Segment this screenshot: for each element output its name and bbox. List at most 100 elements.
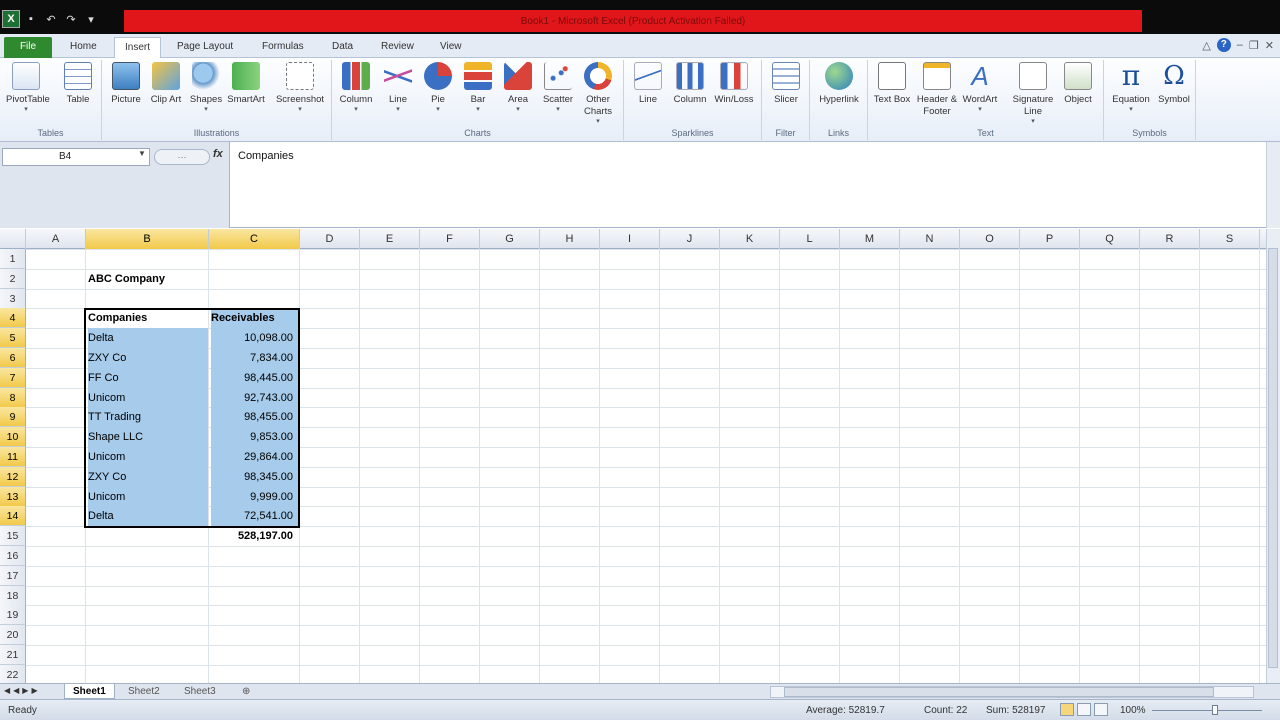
column-header-f[interactable]: F bbox=[420, 229, 480, 249]
customize-qat-icon[interactable]: ▾ bbox=[82, 10, 100, 28]
tab-data[interactable]: Data bbox=[322, 37, 363, 58]
scatter-chart-button[interactable]: Scatter ▾ bbox=[538, 62, 578, 114]
sheet-navigation-arrows[interactable]: ◀◀▶▶ bbox=[4, 686, 41, 695]
column-header-c[interactable]: C bbox=[209, 229, 300, 249]
excel-logo-icon[interactable]: X bbox=[2, 10, 20, 28]
column-header-a[interactable]: A bbox=[26, 229, 86, 249]
column-header-o[interactable]: O bbox=[960, 229, 1020, 249]
table-button[interactable]: Table bbox=[58, 62, 98, 106]
formula-bar-splitter[interactable]: ⋯ bbox=[154, 149, 210, 165]
sparkline-line-button[interactable]: Line bbox=[628, 62, 668, 106]
pivottable-button[interactable]: PivotTable ▾ bbox=[6, 62, 50, 114]
tab-page-layout[interactable]: Page Layout bbox=[167, 37, 243, 58]
group-label: Charts bbox=[464, 128, 491, 138]
signature-line-button[interactable]: Signature Line ▾ bbox=[1010, 62, 1056, 126]
tab-view[interactable]: View bbox=[430, 37, 472, 58]
line-chart-button[interactable]: Line ▾ bbox=[378, 62, 418, 114]
column-header-b[interactable]: B bbox=[86, 229, 209, 249]
insert-sheet-icon[interactable]: ⊕ bbox=[234, 684, 258, 699]
cell-company-title[interactable]: ABC Company bbox=[88, 269, 208, 289]
smartart-button[interactable]: SmartArt bbox=[226, 62, 266, 106]
column-header-k[interactable]: K bbox=[720, 229, 780, 249]
column-header-s[interactable]: S bbox=[1200, 229, 1260, 249]
other-charts-button[interactable]: Other Charts ▾ bbox=[578, 62, 618, 126]
tab-review[interactable]: Review bbox=[371, 37, 424, 58]
fx-icon[interactable]: fx bbox=[213, 148, 223, 160]
zoom-level[interactable]: 100% bbox=[1120, 705, 1146, 716]
hyperlink-button[interactable]: Hyperlink bbox=[816, 62, 862, 106]
chevron-down-icon[interactable]: ▼ bbox=[138, 149, 146, 158]
column-header-n[interactable]: N bbox=[900, 229, 960, 249]
zoom-slider[interactable] bbox=[1152, 710, 1262, 711]
page-layout-view-icon[interactable] bbox=[1077, 703, 1091, 716]
minimize-icon[interactable]: – bbox=[1237, 39, 1243, 51]
zoom-slider-knob[interactable] bbox=[1212, 705, 1218, 715]
gridline bbox=[359, 249, 360, 683]
name-box[interactable]: B4 bbox=[2, 148, 150, 166]
column-header-d[interactable]: D bbox=[300, 229, 360, 249]
text-box-button[interactable]: Text Box bbox=[872, 62, 912, 106]
slicer-button[interactable]: Slicer bbox=[766, 62, 806, 106]
save-icon[interactable]: ▪ bbox=[22, 10, 40, 28]
column-header-e[interactable]: E bbox=[360, 229, 420, 249]
formula-input[interactable]: Companies bbox=[238, 150, 294, 162]
gridline bbox=[839, 249, 840, 683]
sheet-tab-3[interactable]: Sheet3 bbox=[176, 684, 224, 699]
clip-art-button[interactable]: Clip Art bbox=[146, 62, 186, 106]
select-all-corner[interactable] bbox=[0, 229, 26, 249]
area-chart-button[interactable]: Area ▾ bbox=[498, 62, 538, 114]
redo-icon[interactable]: ↷ bbox=[62, 10, 80, 28]
minimize-ribbon-icon[interactable]: △ bbox=[1202, 39, 1210, 52]
pie-chart-button[interactable]: Pie ▾ bbox=[418, 62, 458, 114]
column-header-h[interactable]: H bbox=[540, 229, 600, 249]
total-cell[interactable]: 528,197.00 bbox=[211, 526, 299, 546]
gridline bbox=[899, 249, 900, 683]
header-footer-button[interactable]: Header & Footer bbox=[914, 62, 960, 118]
horizontal-scroll-thumb[interactable] bbox=[784, 687, 1214, 697]
column-header-i[interactable]: I bbox=[600, 229, 660, 249]
title-bar: X ▪ ↶ ↷ ▾ Book1 - Microsoft Excel (Produ… bbox=[0, 0, 1280, 34]
tab-home[interactable]: Home bbox=[60, 37, 107, 58]
table-range-border bbox=[84, 308, 300, 528]
column-header-r[interactable]: R bbox=[1140, 229, 1200, 249]
column-header-p[interactable]: P bbox=[1020, 229, 1080, 249]
column-header-j[interactable]: J bbox=[660, 229, 720, 249]
column-header-g[interactable]: G bbox=[480, 229, 540, 249]
sheet-tab-1[interactable]: Sheet1 bbox=[64, 684, 115, 699]
equation-button[interactable]: π Equation ▾ bbox=[1108, 62, 1154, 114]
screenshot-button[interactable]: Screenshot ▾ bbox=[274, 62, 326, 114]
tab-insert[interactable]: Insert bbox=[114, 37, 162, 59]
vertical-scroll-thumb[interactable] bbox=[1268, 248, 1278, 668]
normal-view-icon[interactable] bbox=[1060, 703, 1074, 716]
page-break-view-icon[interactable] bbox=[1094, 703, 1108, 716]
ribbon-insert: PivotTable ▾ Table Tables Picture Clip Ar… bbox=[0, 58, 1280, 142]
window-title: Book1 - Microsoft Excel (Product Activat… bbox=[520, 15, 746, 27]
tab-formulas[interactable]: Formulas bbox=[252, 37, 314, 58]
wordart-button[interactable]: A WordArt ▾ bbox=[960, 62, 1000, 114]
gridline bbox=[1199, 249, 1200, 683]
close-icon[interactable]: ✕ bbox=[1265, 39, 1274, 52]
picture-button[interactable]: Picture bbox=[106, 62, 146, 106]
formula-bar-scrollbar[interactable] bbox=[1266, 142, 1280, 228]
undo-icon[interactable]: ↶ bbox=[42, 10, 60, 28]
restore-icon[interactable]: ❐ bbox=[1249, 39, 1259, 52]
pie-chart-icon bbox=[424, 62, 452, 90]
shapes-button[interactable]: Shapes ▾ bbox=[186, 62, 226, 114]
sheet-tab-2[interactable]: Sheet2 bbox=[120, 684, 168, 699]
column-header-q[interactable]: Q bbox=[1080, 229, 1140, 249]
object-button[interactable]: Object bbox=[1058, 62, 1098, 106]
sparkline-winloss-button[interactable]: Win/Loss bbox=[714, 62, 754, 106]
column-chart-button[interactable]: Column ▾ bbox=[336, 62, 376, 114]
group-label: Tables bbox=[37, 128, 64, 138]
table-icon bbox=[64, 62, 92, 90]
sparkline-column-button[interactable]: Column bbox=[670, 62, 710, 106]
column-chart-icon bbox=[342, 62, 370, 90]
tab-file[interactable]: File bbox=[4, 37, 52, 58]
column-header-m[interactable]: M bbox=[840, 229, 900, 249]
help-icon[interactable]: ? bbox=[1216, 38, 1231, 52]
column-header-l[interactable]: L bbox=[780, 229, 840, 249]
group-label: Sparklines bbox=[671, 128, 714, 138]
bar-chart-button[interactable]: Bar ▾ bbox=[458, 62, 498, 114]
worksheet-grid: ABCDEFGHIJKLMNOPQRS 1 2 3 4 5 6 7 8 9 10 11 12 13 14 1… bbox=[0, 229, 1266, 683]
symbol-button[interactable]: Ω Symbol bbox=[1154, 62, 1194, 106]
